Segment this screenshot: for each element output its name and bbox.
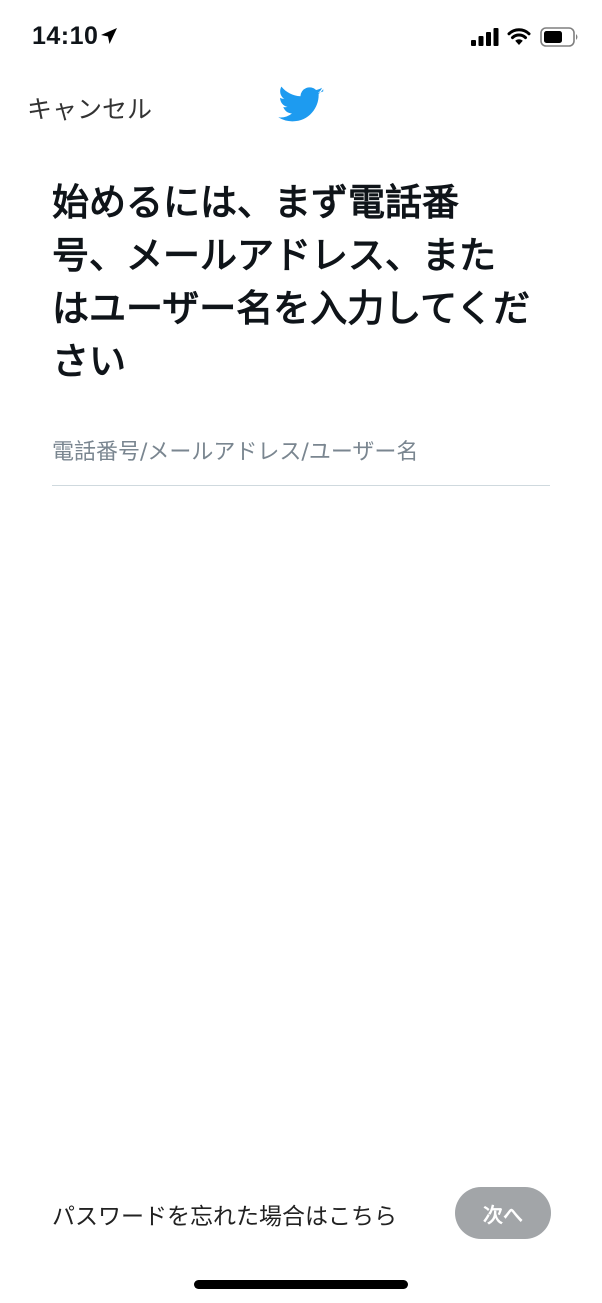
status-time: 14:10: [32, 22, 99, 50]
cellular-signal-icon: [471, 28, 499, 46]
cancel-button[interactable]: キャンセル: [27, 90, 152, 126]
twitter-bird-icon: [278, 86, 324, 122]
status-bar: 14:10: [0, 0, 602, 76]
location-arrow-icon: [101, 28, 117, 44]
wifi-icon: [507, 28, 531, 45]
battery-icon: [540, 27, 578, 47]
page-title: 始めるには、まず電話番号、メールアドレス、またはユーザー名を入力してください: [52, 181, 531, 383]
forgot-password-link[interactable]: パスワードを忘れた場合はこちら: [52, 1197, 397, 1231]
login-identifier-input[interactable]: [52, 430, 550, 486]
next-button[interactable]: 次へ: [455, 1187, 551, 1239]
home-indicator: [194, 1280, 408, 1289]
login-screen: 14:10 キャンセル 始めるには、まず電話番号、メールアドレス、またはユーザー…: [0, 0, 602, 1303]
